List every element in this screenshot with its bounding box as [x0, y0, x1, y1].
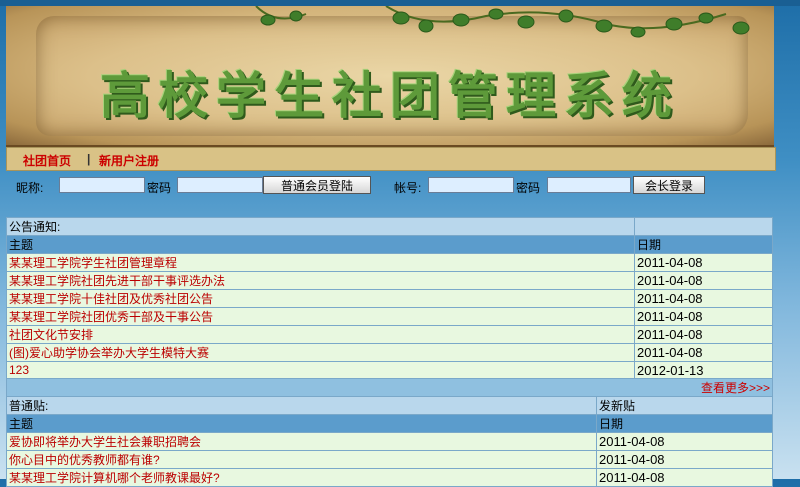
posts-table: 普通贴: 发新贴 主题 日期 爱协即将举办大学生社会兼职招聘会 2011-04-…	[6, 396, 773, 487]
announcement-row[interactable]: 某某理工学院学生社团管理章程 2011-04-08	[6, 253, 773, 272]
nav-club-home-link[interactable]: 社团首页	[23, 152, 71, 169]
announcement-title-link[interactable]: 某某理工学院十佳社团及优秀社团公告	[6, 289, 635, 308]
account-label: 帐号:	[394, 181, 422, 195]
member-login-button[interactable]: 普通会员登陆	[263, 176, 371, 194]
post-title-link[interactable]: 某某理工学院计算机哪个老师教课最好?	[6, 468, 597, 487]
posts-col-date: 日期	[596, 414, 773, 433]
announcements-col-title: 主题	[6, 235, 635, 254]
post-row[interactable]: 爱协即将举办大学生社会兼职招聘会 2011-04-08	[6, 432, 773, 451]
announcement-row[interactable]: 社团文化节安排 2011-04-08	[6, 325, 773, 344]
announcement-date: 2011-04-08	[634, 253, 773, 272]
announcement-date: 2011-04-08	[634, 325, 773, 344]
post-date: 2011-04-08	[596, 432, 773, 451]
announcement-title-link[interactable]: 某某理工学院学生社团管理章程	[6, 253, 635, 272]
nav-separator: |	[87, 152, 91, 166]
president-password-label: 密码	[516, 181, 541, 195]
account-input[interactable]	[428, 177, 514, 193]
announcement-date: 2011-04-08	[634, 343, 773, 362]
announcement-row[interactable]: 某某理工学院十佳社团及优秀社团公告 2011-04-08	[6, 289, 773, 308]
post-title-link[interactable]: 爱协即将举办大学生社会兼职招聘会	[6, 432, 597, 451]
post-date: 2011-04-08	[596, 468, 773, 487]
post-title-link[interactable]: 你心目中的优秀教师都有谁?	[6, 450, 597, 469]
announcement-title-link[interactable]: 某某理工学院社团先进干部干事评选办法	[6, 271, 635, 290]
nickname-input[interactable]	[59, 177, 145, 193]
announcement-date: 2012-01-13	[634, 361, 773, 379]
view-more-link[interactable]: 查看更多>>>	[6, 378, 773, 397]
post-row[interactable]: 你心目中的优秀教师都有谁? 2011-04-08	[6, 450, 773, 469]
president-password-input[interactable]	[547, 177, 631, 193]
announcement-title-link[interactable]: 社团文化节安排	[6, 325, 635, 344]
ivy-vines-decoration	[255, 6, 750, 38]
president-login-button[interactable]: 会长登录	[633, 176, 705, 194]
top-nav: 社团首页 | 新用户注册	[6, 147, 776, 171]
nav-register-link[interactable]: 新用户注册	[99, 152, 159, 169]
announcements-section-title: 公告通知:	[6, 217, 635, 236]
nickname-label: 昵称:	[16, 181, 44, 195]
announcement-title-link[interactable]: 123	[6, 361, 635, 379]
announcement-title-link[interactable]: (图)爱心助学协会举办大学生模特大赛	[6, 343, 635, 362]
announcement-date: 2011-04-08	[634, 271, 773, 290]
announcement-date: 2011-04-08	[634, 307, 773, 326]
announcements-col-date: 日期	[634, 235, 773, 254]
announcement-title-link[interactable]: 某某理工学院社团优秀干部及干事公告	[6, 307, 635, 326]
posts-section-title: 普通贴:	[6, 396, 597, 415]
post-row[interactable]: 某某理工学院计算机哪个老师教课最好? 2011-04-08	[6, 468, 773, 487]
announcements-table: 公告通知: 主题 日期 某某理工学院学生社团管理章程 2011-04-08 某某…	[6, 217, 773, 397]
posts-col-title: 主题	[6, 414, 597, 433]
new-post-link[interactable]: 发新贴	[596, 396, 773, 415]
login-bar: 昵称: 密码 普通会员登陆 帐号: 密码 会长登录	[0, 175, 800, 197]
announcement-row[interactable]: 某某理工学院社团先进干部干事评选办法 2011-04-08	[6, 271, 773, 290]
announcement-row[interactable]: 123 2012-01-13	[6, 361, 773, 379]
site-title: 高校学生社团管理系统	[100, 66, 680, 125]
announcement-date: 2011-04-08	[634, 289, 773, 308]
announcement-row[interactable]: 某某理工学院社团优秀干部及干事公告 2011-04-08	[6, 307, 773, 326]
announcement-row[interactable]: (图)爱心助学协会举办大学生模特大赛 2011-04-08	[6, 343, 773, 362]
member-password-input[interactable]	[177, 177, 263, 193]
member-password-label: 密码	[147, 181, 172, 195]
post-date: 2011-04-08	[596, 450, 773, 469]
header-banner: 高校学生社团管理系统	[6, 6, 774, 147]
